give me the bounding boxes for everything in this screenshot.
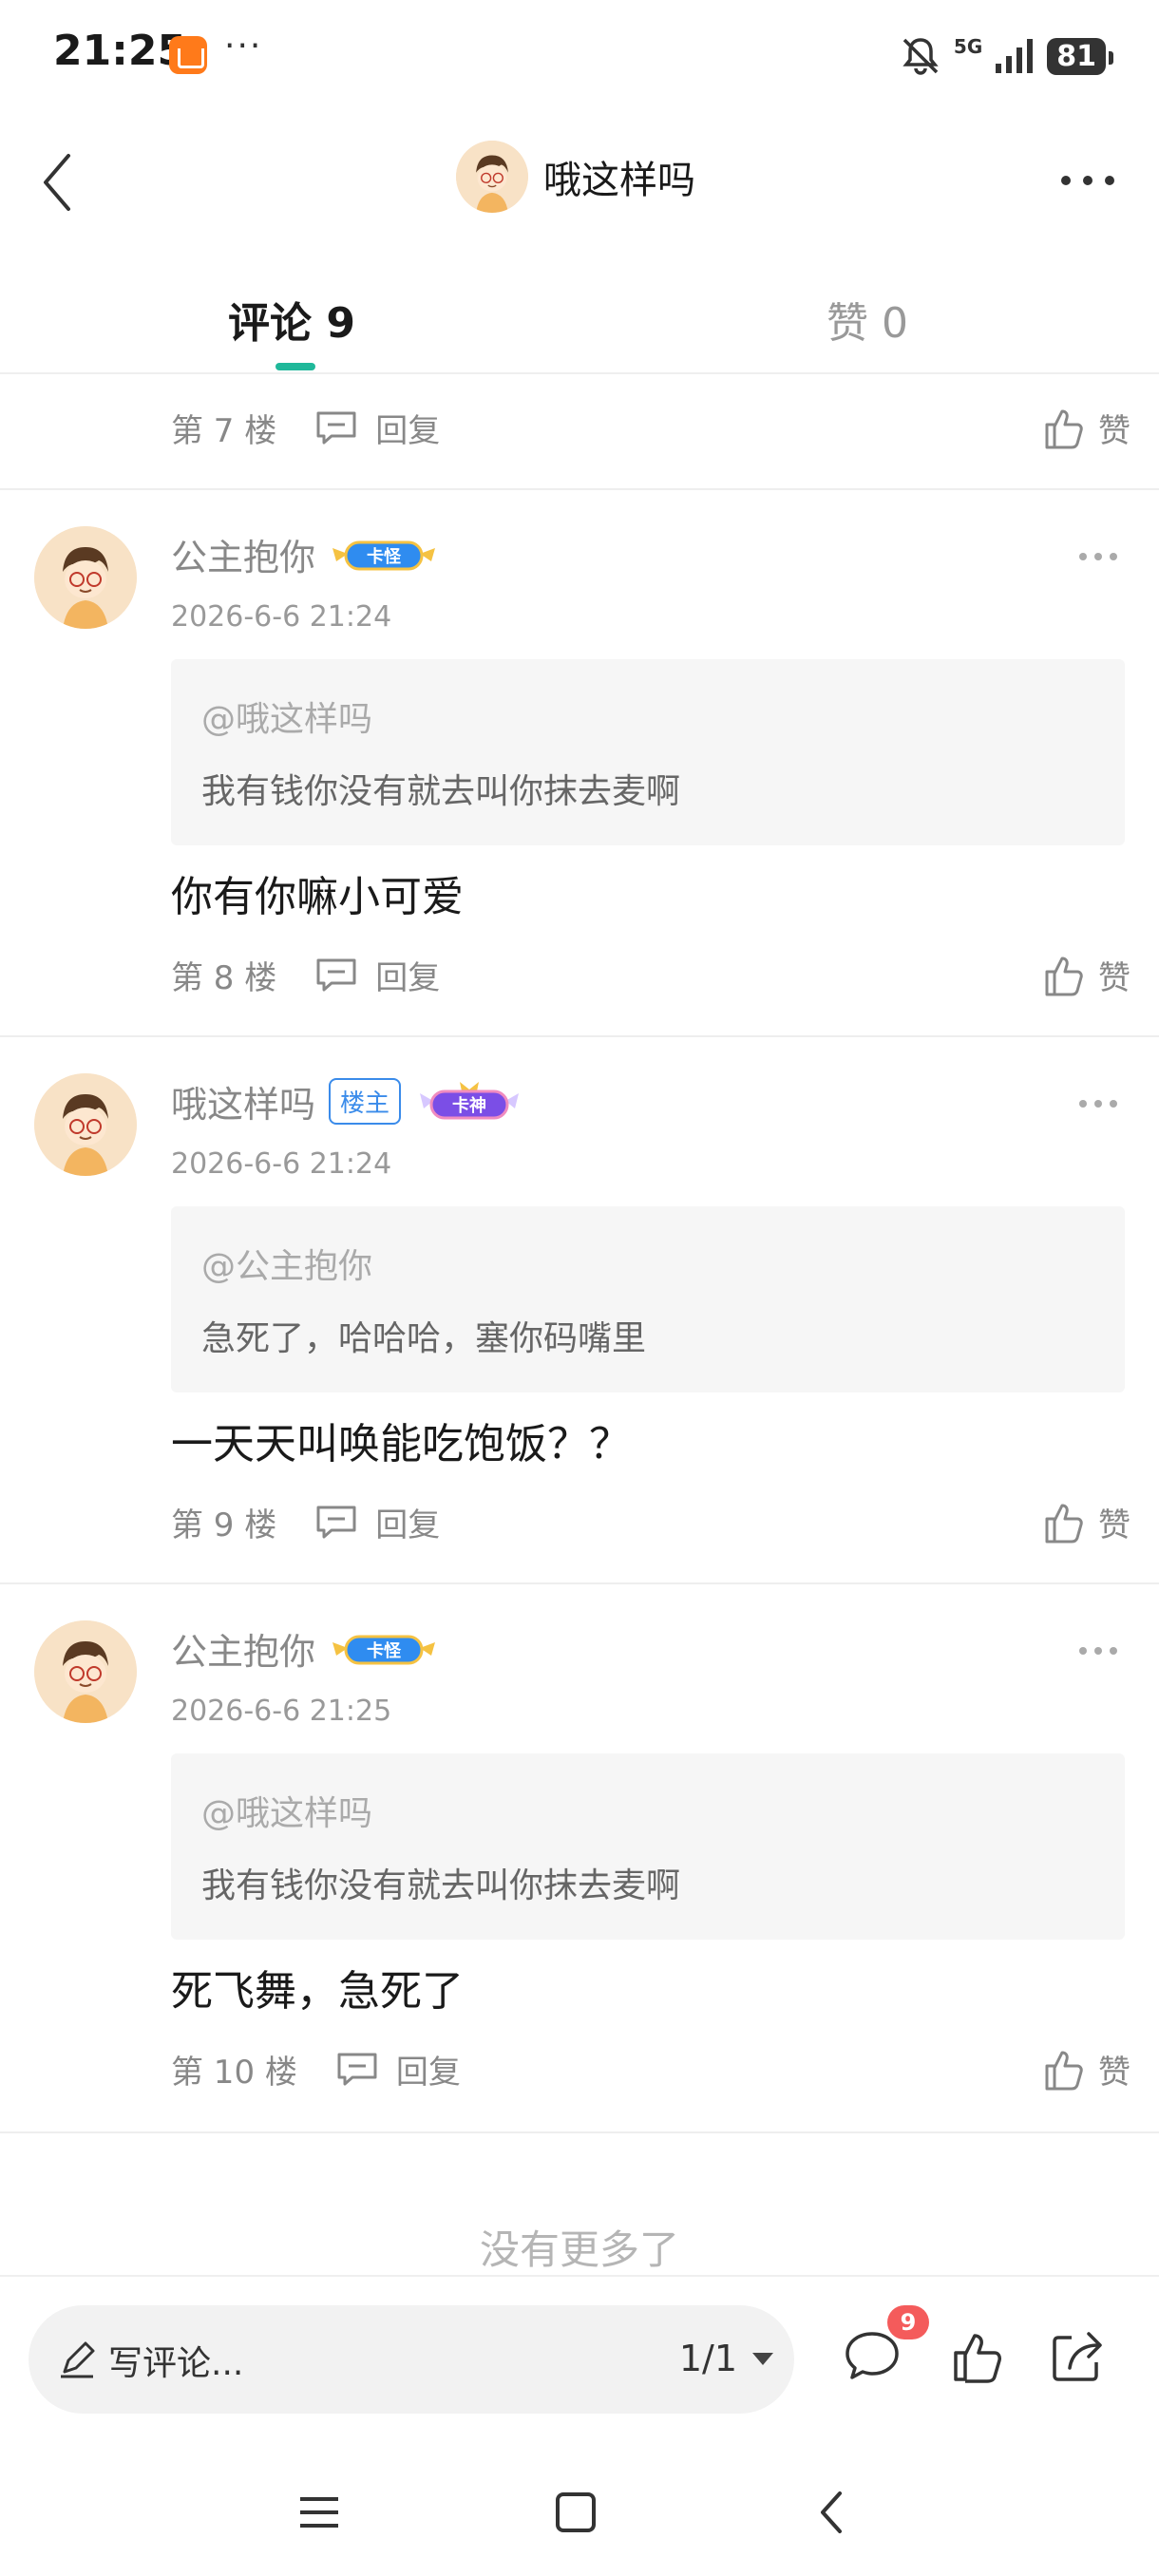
menu-lines-icon[interactable] xyxy=(291,2484,348,2541)
quote-text: 我有钱你没有就去叫你抹去麦啊 xyxy=(201,772,681,811)
write-comment-input[interactable]: 写评论... 1/1 xyxy=(28,2305,794,2414)
avatar[interactable] xyxy=(34,1620,137,1723)
like-button[interactable]: 赞 xyxy=(1041,1499,1130,1545)
comment-more-icon[interactable] xyxy=(1075,1641,1121,1660)
quoted-comment[interactable]: @哦这样吗 我有钱你没有就去叫你抹去麦啊 xyxy=(171,1753,1125,1940)
username[interactable]: 公主抱你 xyxy=(171,528,315,580)
more-options-icon[interactable] xyxy=(1054,161,1121,199)
rank-badge-icon: 卡神 xyxy=(420,1081,520,1119)
tab-bar: 评论 9 赞 0 xyxy=(0,266,1159,374)
like-label: 赞 xyxy=(1098,2054,1130,2092)
avatar[interactable] xyxy=(34,526,137,629)
thumbs-up-icon xyxy=(1045,2051,1083,2090)
floor-row: 第 9 楼 回复 赞 xyxy=(171,1493,1130,1550)
reply-bubble-icon[interactable] xyxy=(314,409,358,445)
reply-bubble-icon[interactable] xyxy=(314,957,358,993)
like-label: 赞 xyxy=(1098,412,1130,450)
mute-bell-icon xyxy=(902,38,939,75)
comment-more-icon[interactable] xyxy=(1075,1094,1121,1113)
comment-time: 2026-6-6 21:24 xyxy=(171,1147,392,1181)
comment-text: 死飞舞，急死了 xyxy=(171,1967,464,2016)
tab-comments[interactable]: 评论 9 xyxy=(228,289,355,350)
avatar[interactable] xyxy=(456,141,528,213)
username-row: 公主抱你 卡怪 xyxy=(171,1622,439,1675)
quoted-comment[interactable]: @哦这样吗 我有钱你没有就去叫你抹去麦啊 xyxy=(171,659,1125,845)
page-header: 哦这样吗 xyxy=(0,123,1159,237)
divider xyxy=(0,2131,1159,2133)
like-label: 赞 xyxy=(1098,959,1130,997)
avatar[interactable] xyxy=(34,1073,137,1176)
pencil-icon xyxy=(61,2341,95,2378)
comment-time: 2026-6-6 21:24 xyxy=(171,600,392,634)
tab-likes[interactable]: 赞 0 xyxy=(826,289,908,350)
op-badge: 楼主 xyxy=(329,1078,402,1125)
comment-count-badge: 9 xyxy=(887,2305,929,2339)
active-tab-indicator xyxy=(276,363,315,370)
comment-text: 你有你嘛小可爱 xyxy=(171,873,464,921)
username-row: 公主抱你 卡怪 xyxy=(171,528,439,580)
signal-icon xyxy=(996,39,1034,73)
status-more-dots: ··· xyxy=(224,27,263,66)
comment-more-icon[interactable] xyxy=(1075,547,1121,566)
floor-number: 第 7 楼 xyxy=(171,411,277,450)
reply-bubble-icon[interactable] xyxy=(314,1504,358,1540)
quote-text: 急死了，哈哈哈，塞你码嘴里 xyxy=(201,1319,647,1358)
status-indicators: 5G 81 xyxy=(899,32,1113,80)
page-title: 哦这样吗 xyxy=(543,159,695,202)
system-nav-bar xyxy=(0,2446,1159,2576)
floor-number: 第 9 楼 xyxy=(171,1506,277,1544)
svg-text:卡怪: 卡怪 xyxy=(367,1640,402,1661)
share-icon[interactable] xyxy=(1047,2326,1108,2387)
reply-bubble-icon[interactable] xyxy=(335,2051,379,2087)
thumbs-up-icon xyxy=(1045,1504,1083,1543)
battery-level: 81 xyxy=(1047,37,1113,75)
like-button[interactable]: 赞 xyxy=(1041,952,1130,998)
reply-button[interactable]: 回复 xyxy=(375,952,440,998)
username[interactable]: 哦这样吗 xyxy=(171,1075,315,1127)
like-button[interactable]: 赞 xyxy=(1041,2046,1130,2093)
thumbs-up-icon[interactable] xyxy=(948,2326,1009,2387)
quote-text: 我有钱你没有就去叫你抹去麦啊 xyxy=(201,1866,681,1905)
reply-button[interactable]: 回复 xyxy=(396,2046,461,2093)
username[interactable]: 公主抱你 xyxy=(171,1622,315,1675)
back-arrow-icon[interactable] xyxy=(23,144,99,220)
floor-row: 第 8 楼 回复 赞 xyxy=(171,946,1130,1003)
username-row: 哦这样吗 楼主 卡神 xyxy=(171,1075,524,1127)
page-dropdown-caret-icon[interactable] xyxy=(752,2353,773,2365)
reply-button[interactable]: 回复 xyxy=(375,405,440,451)
quote-username: @公主抱你 xyxy=(201,1247,373,1286)
bottom-action-bar: 写评论... 1/1 9 xyxy=(0,2275,1159,2446)
floor-number: 第 8 楼 xyxy=(171,958,277,997)
svg-text:卡神: 卡神 xyxy=(452,1095,486,1116)
write-comment-placeholder: 写评论... xyxy=(108,2344,244,2383)
reply-button[interactable]: 回复 xyxy=(375,1499,440,1545)
floor-row: 第 10 楼 回复 赞 xyxy=(171,2040,1130,2097)
quote-username: @哦这样吗 xyxy=(201,1794,373,1833)
quoted-comment[interactable]: @公主抱你 急死了，哈哈哈，塞你码嘴里 xyxy=(171,1206,1125,1392)
status-time: 21:25 xyxy=(53,27,187,75)
end-of-list-text: 没有更多了 xyxy=(479,2226,679,2273)
rank-badge-icon: 卡怪 xyxy=(332,540,436,570)
divider xyxy=(0,1582,1159,1584)
like-label: 赞 xyxy=(1098,1506,1130,1544)
status-bar: 21:25 ··· 5G 81 xyxy=(0,0,1159,114)
home-square-icon[interactable] xyxy=(547,2484,604,2541)
comment-text: 一天天叫唤能吃饱饭？？ xyxy=(171,1420,631,1468)
floor-row-7: 第 7 楼 回复 赞 xyxy=(171,399,1130,456)
rank-badge-icon: 卡怪 xyxy=(332,1635,436,1664)
divider xyxy=(0,488,1159,490)
page-indicator[interactable]: 1/1 xyxy=(679,2338,737,2379)
floor-number: 第 10 楼 xyxy=(171,2053,297,2092)
thumbs-up-icon xyxy=(1045,409,1083,448)
thumbs-up-icon xyxy=(1045,957,1083,995)
comment-time: 2026-6-6 21:25 xyxy=(171,1695,392,1728)
back-nav-icon[interactable] xyxy=(804,2484,861,2541)
network-type: 5G xyxy=(953,35,983,58)
app-notification-icon xyxy=(169,36,207,74)
author-info[interactable]: 哦这样吗 xyxy=(456,141,695,213)
svg-text:卡怪: 卡怪 xyxy=(367,546,402,567)
like-button[interactable]: 赞 xyxy=(1041,405,1130,451)
quote-username: @哦这样吗 xyxy=(201,700,373,739)
divider xyxy=(0,1035,1159,1037)
